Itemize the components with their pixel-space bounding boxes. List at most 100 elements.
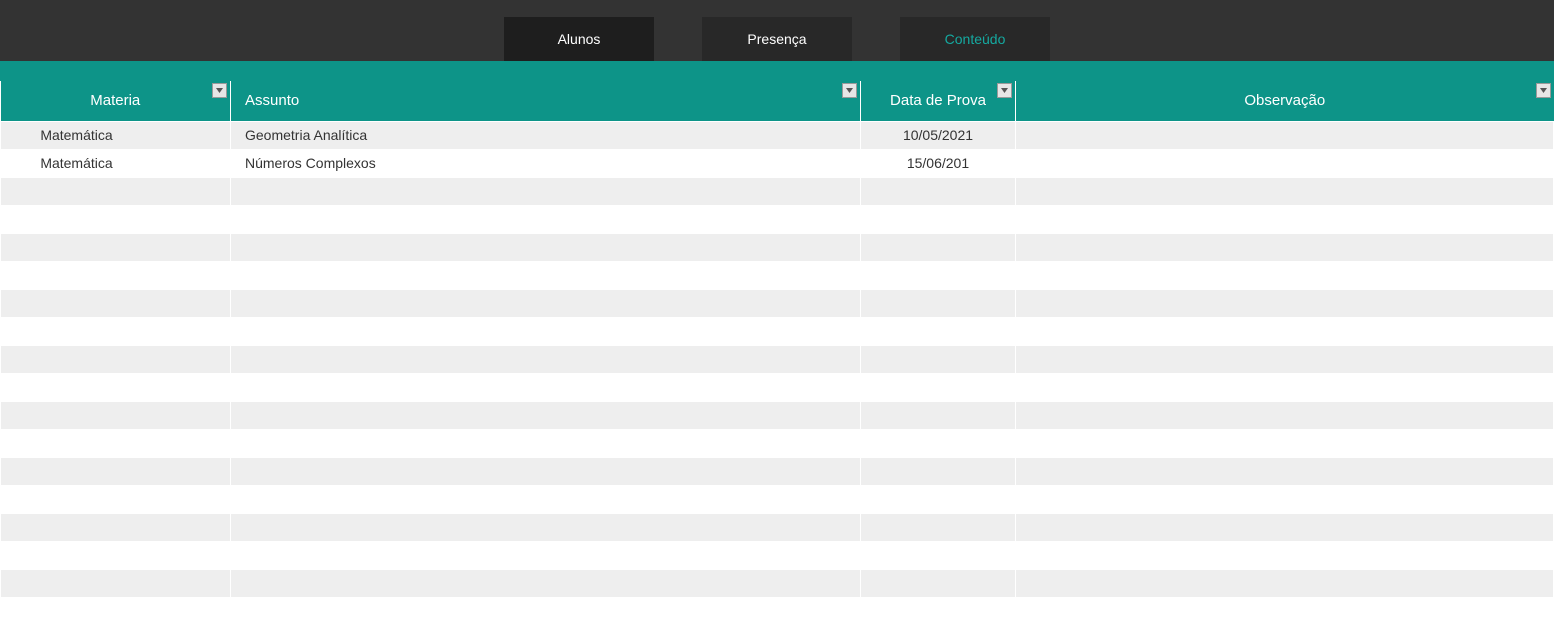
cell-observacao[interactable] bbox=[1016, 457, 1554, 485]
cell-assunto[interactable] bbox=[231, 401, 861, 429]
table-row[interactable]: MatemáticaNúmeros Complexos15/06/201 bbox=[1, 149, 1554, 177]
cell-observacao[interactable] bbox=[1016, 289, 1554, 317]
cell-observacao[interactable] bbox=[1016, 345, 1554, 373]
table-row[interactable] bbox=[1, 289, 1554, 317]
cell-materia[interactable]: Matemática bbox=[1, 149, 231, 177]
filter-dropdown-icon[interactable] bbox=[997, 83, 1012, 98]
table-row[interactable] bbox=[1, 541, 1554, 569]
cell-data-prova[interactable]: 15/06/201 bbox=[861, 149, 1016, 177]
table-row[interactable] bbox=[1, 457, 1554, 485]
cell-assunto[interactable] bbox=[231, 569, 861, 597]
cell-materia[interactable] bbox=[1, 569, 231, 597]
table-row[interactable] bbox=[1, 429, 1554, 457]
cell-assunto[interactable] bbox=[231, 177, 861, 205]
table-row[interactable] bbox=[1, 205, 1554, 233]
cell-assunto[interactable] bbox=[231, 429, 861, 457]
cell-assunto[interactable] bbox=[231, 457, 861, 485]
cell-data-prova[interactable] bbox=[861, 569, 1016, 597]
cell-materia[interactable] bbox=[1, 457, 231, 485]
table-row[interactable] bbox=[1, 373, 1554, 401]
cell-observacao[interactable] bbox=[1016, 317, 1554, 345]
cell-data-prova[interactable]: 10/05/2021 bbox=[861, 121, 1016, 149]
cell-data-prova[interactable] bbox=[861, 457, 1016, 485]
cell-observacao[interactable] bbox=[1016, 121, 1554, 149]
cell-data-prova[interactable] bbox=[861, 513, 1016, 541]
cell-assunto[interactable] bbox=[231, 261, 861, 289]
cell-assunto[interactable] bbox=[231, 317, 861, 345]
cell-observacao[interactable] bbox=[1016, 597, 1554, 625]
cell-materia[interactable] bbox=[1, 485, 231, 513]
cell-assunto[interactable] bbox=[231, 289, 861, 317]
table-row[interactable] bbox=[1, 261, 1554, 289]
table-row[interactable] bbox=[1, 233, 1554, 261]
cell-assunto[interactable]: Geometria Analítica bbox=[231, 121, 861, 149]
filter-dropdown-icon[interactable] bbox=[842, 83, 857, 98]
cell-materia[interactable] bbox=[1, 373, 231, 401]
cell-assunto[interactable] bbox=[231, 541, 861, 569]
cell-observacao[interactable] bbox=[1016, 485, 1554, 513]
cell-assunto[interactable] bbox=[231, 205, 861, 233]
cell-observacao[interactable] bbox=[1016, 569, 1554, 597]
column-header-data-prova[interactable]: Data de Prova bbox=[861, 81, 1016, 121]
cell-data-prova[interactable] bbox=[861, 205, 1016, 233]
table-row[interactable] bbox=[1, 317, 1554, 345]
cell-materia[interactable] bbox=[1, 233, 231, 261]
table-row[interactable] bbox=[1, 485, 1554, 513]
cell-observacao[interactable] bbox=[1016, 373, 1554, 401]
column-header-observacao[interactable]: Observação bbox=[1016, 81, 1554, 121]
column-header-assunto[interactable]: Assunto bbox=[231, 81, 861, 121]
cell-assunto[interactable] bbox=[231, 597, 861, 625]
cell-data-prova[interactable] bbox=[861, 401, 1016, 429]
table-row[interactable] bbox=[1, 569, 1554, 597]
cell-data-prova[interactable] bbox=[861, 485, 1016, 513]
cell-materia[interactable] bbox=[1, 401, 231, 429]
filter-dropdown-icon[interactable] bbox=[1536, 83, 1551, 98]
cell-materia[interactable] bbox=[1, 345, 231, 373]
cell-materia[interactable] bbox=[1, 205, 231, 233]
cell-data-prova[interactable] bbox=[861, 317, 1016, 345]
cell-materia[interactable] bbox=[1, 597, 231, 625]
cell-materia[interactable] bbox=[1, 541, 231, 569]
cell-observacao[interactable] bbox=[1016, 261, 1554, 289]
cell-observacao[interactable] bbox=[1016, 541, 1554, 569]
cell-observacao[interactable] bbox=[1016, 401, 1554, 429]
cell-data-prova[interactable] bbox=[861, 345, 1016, 373]
cell-data-prova[interactable] bbox=[861, 597, 1016, 625]
cell-materia[interactable]: Matemática bbox=[1, 121, 231, 149]
cell-data-prova[interactable] bbox=[861, 233, 1016, 261]
cell-observacao[interactable] bbox=[1016, 149, 1554, 177]
cell-data-prova[interactable] bbox=[861, 177, 1016, 205]
cell-data-prova[interactable] bbox=[861, 429, 1016, 457]
table-row[interactable] bbox=[1, 597, 1554, 625]
cell-assunto[interactable]: Números Complexos bbox=[231, 149, 861, 177]
cell-observacao[interactable] bbox=[1016, 177, 1554, 205]
cell-data-prova[interactable] bbox=[861, 373, 1016, 401]
cell-materia[interactable] bbox=[1, 289, 231, 317]
filter-dropdown-icon[interactable] bbox=[212, 83, 227, 98]
cell-data-prova[interactable] bbox=[861, 289, 1016, 317]
cell-materia[interactable] bbox=[1, 317, 231, 345]
cell-assunto[interactable] bbox=[231, 485, 861, 513]
cell-assunto[interactable] bbox=[231, 233, 861, 261]
tab-conteudo[interactable]: Conteúdo bbox=[900, 17, 1050, 61]
cell-data-prova[interactable] bbox=[861, 541, 1016, 569]
cell-assunto[interactable] bbox=[231, 345, 861, 373]
cell-materia[interactable] bbox=[1, 513, 231, 541]
cell-assunto[interactable] bbox=[231, 513, 861, 541]
tab-presenca[interactable]: Presença bbox=[702, 17, 852, 61]
table-row[interactable] bbox=[1, 513, 1554, 541]
tab-alunos[interactable]: Alunos bbox=[504, 17, 654, 61]
cell-data-prova[interactable] bbox=[861, 261, 1016, 289]
table-row[interactable] bbox=[1, 401, 1554, 429]
cell-materia[interactable] bbox=[1, 177, 231, 205]
cell-materia[interactable] bbox=[1, 261, 231, 289]
table-row[interactable]: MatemáticaGeometria Analítica10/05/2021 bbox=[1, 121, 1554, 149]
cell-observacao[interactable] bbox=[1016, 233, 1554, 261]
cell-observacao[interactable] bbox=[1016, 513, 1554, 541]
column-header-materia[interactable]: Materia bbox=[1, 81, 231, 121]
cell-assunto[interactable] bbox=[231, 373, 861, 401]
cell-materia[interactable] bbox=[1, 429, 231, 457]
table-row[interactable] bbox=[1, 177, 1554, 205]
cell-observacao[interactable] bbox=[1016, 429, 1554, 457]
table-row[interactable] bbox=[1, 345, 1554, 373]
